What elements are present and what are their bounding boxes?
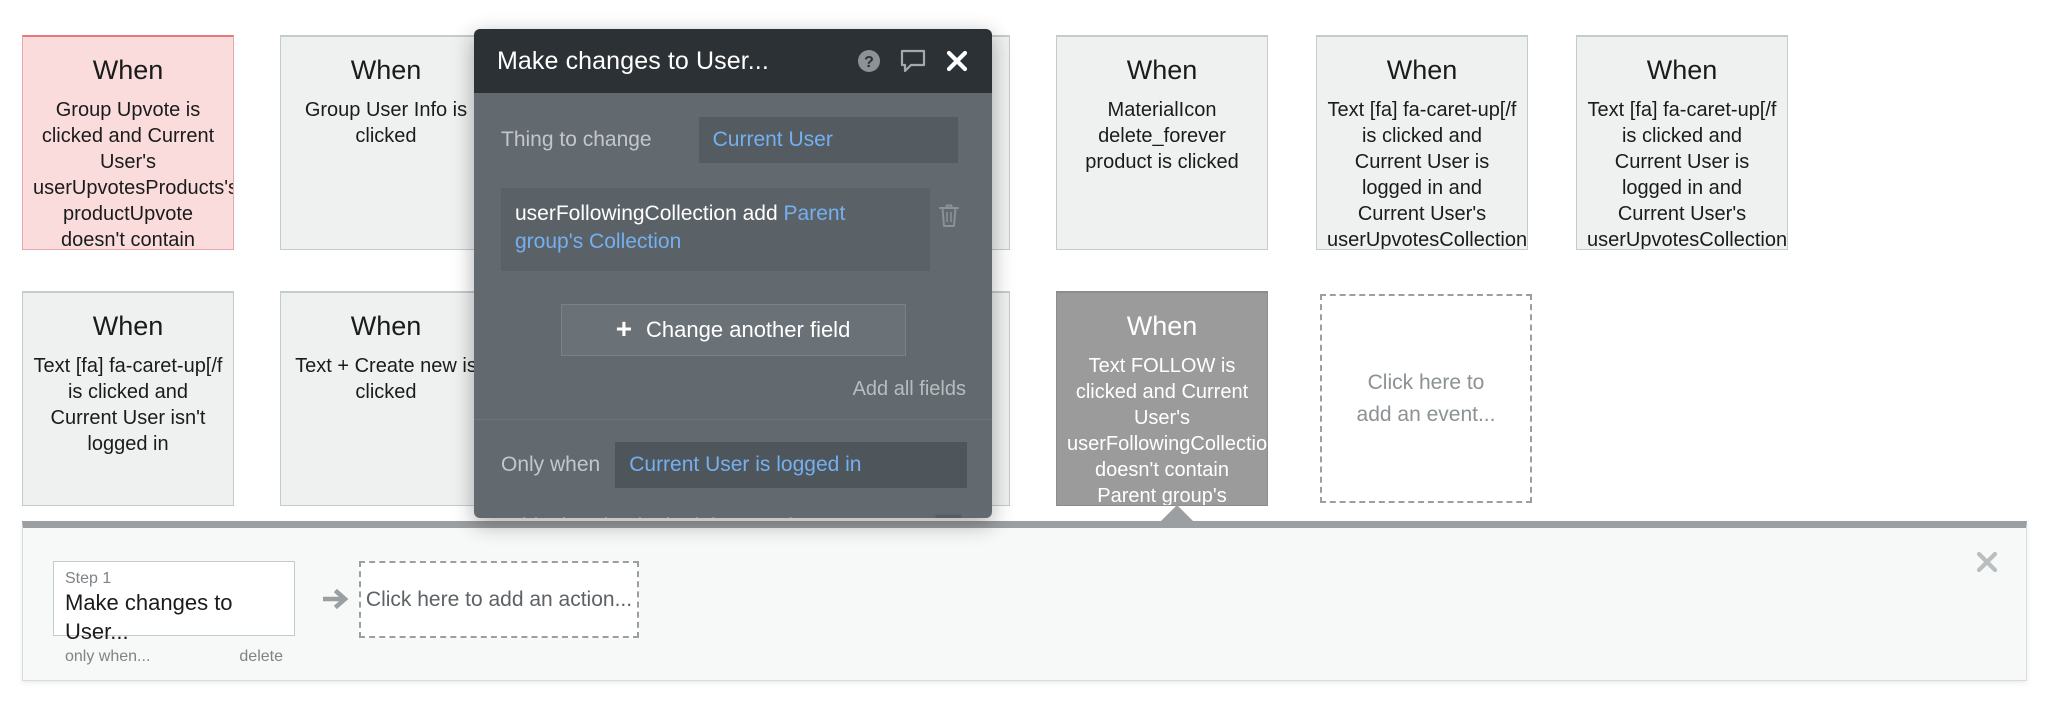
event-card-group-upvote[interactable]: When Group Upvote is clicked and Current…: [22, 35, 234, 250]
breakpoint-label: Add a breakpoint in debug mode: [501, 515, 805, 518]
modal-body: Thing to change Current User userFollowi…: [474, 93, 992, 518]
event-card-heading: When: [1067, 55, 1257, 87]
field-change-row: userFollowingCollection add Parent group…: [501, 188, 967, 271]
plus-icon: +: [616, 318, 632, 340]
make-changes-modal: Make changes to User... ?: [474, 29, 992, 518]
step-only-when-link[interactable]: only when...: [65, 648, 150, 666]
event-card-materialicon-delete[interactable]: When MaterialIcon delete_forever product…: [1056, 35, 1268, 250]
modal-header-icons: ?: [856, 48, 970, 74]
event-card-caret-up-not-contains[interactable]: When Text [fa] fa-caret-up[/f is clicked…: [1576, 35, 1788, 250]
trash-icon: [937, 202, 961, 234]
event-card-description: Text [fa] fa-caret-up[/f is clicked and …: [1327, 97, 1517, 250]
add-event-placeholder-label: Click here to add an event...: [1352, 367, 1500, 430]
event-card-heading: When: [1587, 55, 1777, 87]
field-change-expression[interactable]: userFollowingCollection add Parent group…: [501, 188, 930, 271]
event-card-description: Group Upvote is clicked and Current User…: [33, 97, 223, 250]
comment-icon[interactable]: [899, 48, 927, 74]
field-change-operator: add: [743, 202, 778, 225]
only-when-field[interactable]: Current User is logged in: [615, 442, 967, 488]
step-footer: only when... delete: [65, 648, 283, 666]
event-card-caret-up-contains[interactable]: When Text [fa] fa-caret-up[/f is clicked…: [1316, 35, 1528, 250]
event-card-group-user-info[interactable]: When Group User Info is clicked: [280, 35, 492, 250]
thing-to-change-label: Thing to change: [501, 128, 652, 152]
thing-to-change-field[interactable]: Current User: [699, 117, 958, 163]
event-card-description: Text + Create new is clicked: [291, 353, 481, 405]
event-card-text-follow[interactable]: When Text FOLLOW is clicked and Current …: [1056, 291, 1268, 506]
breakpoint-checkbox[interactable]: [935, 514, 962, 518]
add-event-placeholder[interactable]: Click here to add an event...: [1320, 294, 1532, 503]
field-change-delete-button[interactable]: [930, 188, 967, 234]
event-card-heading: When: [33, 55, 223, 87]
step-delete-link[interactable]: delete: [239, 648, 283, 666]
step-title: Make changes to User...: [65, 589, 283, 646]
event-card-caret-up-not-logged-in[interactable]: When Text [fa] fa-caret-up[/f is clicked…: [22, 291, 234, 506]
event-card-text-create-new[interactable]: When Text + Create new is clicked: [280, 291, 492, 506]
only-when-label: Only when: [501, 453, 600, 477]
panel-close-button[interactable]: [1974, 549, 2000, 580]
event-card-heading: When: [291, 55, 481, 87]
thing-to-change-row: Thing to change Current User: [474, 93, 992, 163]
change-another-field-label: Change another field: [646, 317, 850, 343]
change-another-field-button[interactable]: + Change another field: [561, 304, 906, 356]
event-card-heading: When: [1327, 55, 1517, 87]
add-all-fields-link[interactable]: Add all fields: [474, 356, 992, 401]
only-when-row: Only when Current User is logged in: [474, 420, 992, 488]
add-action-placeholder[interactable]: Click here to add an action...: [359, 561, 639, 638]
add-action-placeholder-label: Click here to add an action...: [366, 588, 632, 612]
events-canvas: When Group Upvote is clicked and Current…: [0, 0, 2048, 520]
step-number: Step 1: [65, 569, 283, 588]
help-icon[interactable]: ?: [856, 48, 882, 74]
event-card-description: Text [fa] fa-caret-up[/f is clicked and …: [1587, 97, 1777, 250]
step-card[interactable]: Step 1 Make changes to User... only when…: [53, 561, 295, 636]
svg-text:?: ?: [864, 54, 874, 71]
event-card-heading: When: [291, 311, 481, 343]
arrow-right-icon: [323, 586, 351, 612]
modal-header[interactable]: Make changes to User... ?: [474, 29, 992, 93]
field-change-name: userFollowingCollection: [515, 202, 737, 225]
panel-pointer-triangle: [1160, 505, 1194, 522]
event-card-description: Text [fa] fa-caret-up[/f is clicked and …: [33, 353, 223, 457]
event-card-description: MaterialIcon delete_forever product is c…: [1067, 97, 1257, 175]
event-card-heading: When: [33, 311, 223, 343]
event-card-description: Group User Info is clicked: [291, 97, 481, 149]
breakpoint-row: Add a breakpoint in debug mode: [474, 488, 992, 518]
modal-title: Make changes to User...: [497, 47, 856, 76]
close-icon[interactable]: [944, 48, 970, 74]
event-card-description: Text FOLLOW is clicked and Current User'…: [1067, 353, 1257, 506]
workflow-editor-screen: When Group Upvote is clicked and Current…: [0, 0, 2048, 702]
close-icon: [1974, 562, 2000, 579]
event-card-heading: When: [1067, 311, 1257, 343]
actions-panel: Step 1 Make changes to User... only when…: [22, 521, 2027, 681]
